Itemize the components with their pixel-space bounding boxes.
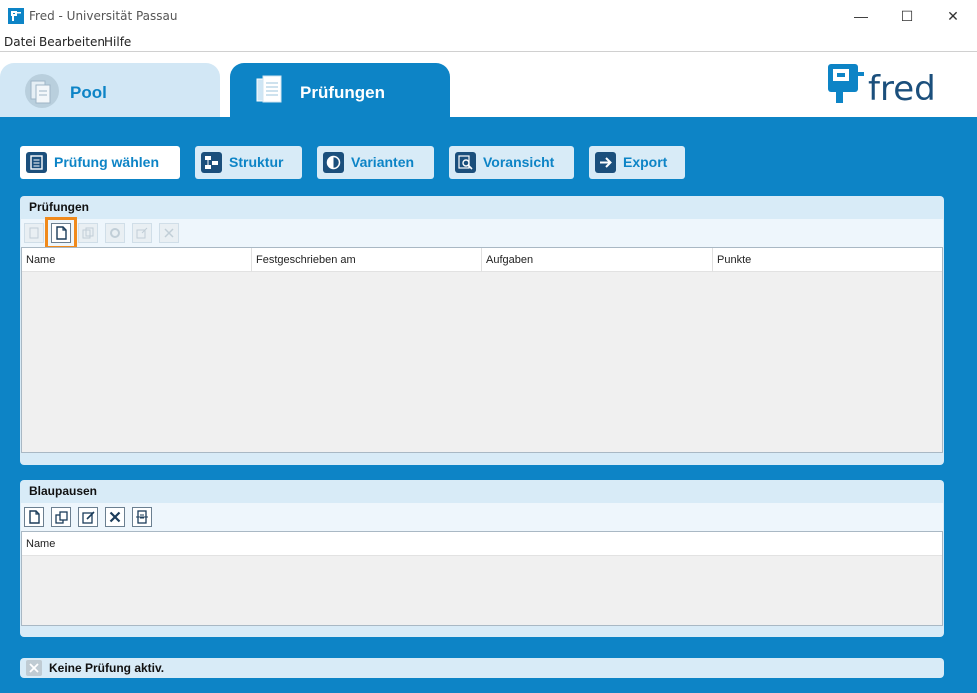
export-icon [136,227,148,239]
convert-blueprint-button[interactable] [132,507,152,527]
tab-pruefungen-label: Prüfungen [300,83,385,102]
new-exam-button[interactable] [45,217,77,249]
nav-struktur-button[interactable]: Struktur [195,146,302,179]
copy-icon [54,510,68,524]
edit-icon [81,510,95,524]
fred-logo: fred [828,64,936,106]
blaupausen-toolbar [21,503,943,531]
minimize-button[interactable]: — [838,0,884,32]
menu-bearbeiten[interactable]: Bearbeiten [39,35,105,49]
menu-hilfe[interactable]: Hilfe [104,35,131,49]
convert-icon [136,510,148,524]
close-icon: ✕ [947,7,959,24]
tab-header: Pool Prüfungen fred [0,52,977,118]
export-exam-button[interactable] [132,223,152,243]
structure-icon [201,152,222,173]
column-header-name[interactable]: Name [22,248,252,272]
documents-icon [256,75,282,103]
nav-export-button[interactable]: Export [589,146,685,179]
nav-varianten-label: Varianten [351,154,415,170]
settings-icon [110,228,120,238]
tab-pool-label: Pool [70,83,107,102]
pruefungen-table-header: Name Festgeschrieben am Aufgaben Punkte [22,248,942,272]
open-exam-button[interactable] [24,223,44,243]
contrast-icon [323,152,344,173]
pruefungen-table[interactable]: Name Festgeschrieben am Aufgaben Punkte [21,247,943,453]
pruefungen-toolbar [21,217,943,249]
menu-datei[interactable]: Datei [4,35,36,49]
copy-blueprint-button[interactable] [51,507,71,527]
nav-export-label: Export [623,154,668,170]
blaupausen-panel: Blaupausen Name [20,480,944,637]
document-icon [26,152,47,173]
nav-voransicht-label: Voransicht [483,154,555,170]
maximize-icon: ☐ [900,7,914,24]
fred-app-icon [8,8,24,24]
copy-icon [82,227,94,239]
pruefungen-panel: Prüfungen Name Festgeschrieben am Aufgab… [20,196,944,465]
tab-pruefungen[interactable]: Prüfungen [230,63,450,118]
menu-bar: Datei Bearbeiten Hilfe [0,32,977,52]
nav-pruefung-waehlen-button[interactable]: Prüfung wählen [20,146,180,179]
preview-icon [455,152,476,173]
nav-voransicht-button[interactable]: Voransicht [449,146,574,179]
main-area: Prüfung wählen Struktur Varianten Vorans… [0,117,977,693]
blaupausen-table-header: Name [22,532,942,556]
edit-blueprint-button[interactable] [78,507,98,527]
copy-exam-button[interactable] [78,223,98,243]
nav-struktur-label: Struktur [229,154,284,170]
blaupausen-table[interactable]: Name [21,531,943,626]
title-bar: Fred - Universität Passau — ☐ ✕ [0,0,977,32]
close-icon [26,660,42,676]
delete-exam-button[interactable] [159,223,179,243]
pruefungen-panel-title: Prüfungen [29,200,89,214]
logo-text: fred [868,69,936,106]
blaupausen-panel-title: Blaupausen [29,484,98,498]
new-document-icon [56,226,67,240]
status-bar: Keine Prüfung aktiv. [20,658,944,678]
new-document-icon [29,510,40,524]
delete-icon [164,228,174,238]
arrow-right-icon [595,152,616,173]
maximize-button[interactable]: ☐ [884,0,930,32]
minimize-icon: — [854,8,868,24]
new-blueprint-button[interactable] [24,507,44,527]
column-header-aufgaben[interactable]: Aufgaben [482,248,713,272]
tab-pool[interactable]: Pool [0,63,220,118]
nav-varianten-button[interactable]: Varianten [317,146,434,179]
close-window-button[interactable]: ✕ [930,0,976,32]
nav-pruefung-waehlen-label: Prüfung wählen [54,154,159,170]
status-text: Keine Prüfung aktiv. [49,661,165,675]
open-icon [29,227,39,239]
window-title: Fred - Universität Passau [29,9,178,23]
pool-icon [25,74,59,108]
column-header-punkte[interactable]: Punkte [713,248,942,272]
delete-blueprint-button[interactable] [105,507,125,527]
column-header-festgeschrieben[interactable]: Festgeschrieben am [252,248,482,272]
settings-exam-button[interactable] [105,223,125,243]
column-header-name[interactable]: Name [22,532,942,556]
delete-icon [109,511,121,523]
